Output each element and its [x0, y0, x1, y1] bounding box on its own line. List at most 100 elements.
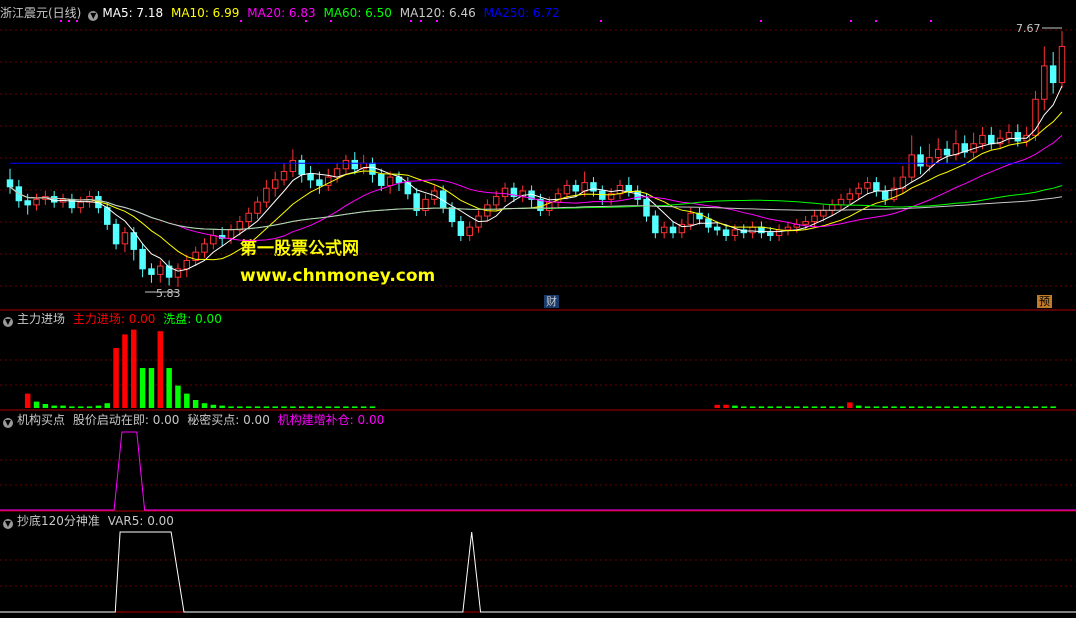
- candle-body: [881, 190, 889, 200]
- signal-bar: [1050, 406, 1056, 408]
- candle-body: [466, 226, 473, 236]
- signal-dot: [68, 20, 70, 22]
- signal-bar: [953, 406, 959, 408]
- buy-signal-line: [0, 431, 1076, 511]
- signal-bar: [900, 406, 906, 408]
- signal-bar: [360, 406, 367, 408]
- signal-bar: [219, 405, 225, 408]
- signal-bar: [352, 406, 358, 408]
- signal-bar: [86, 406, 93, 408]
- signal-bar: [237, 406, 243, 408]
- candle-body: [988, 134, 995, 145]
- candle-body: [572, 184, 580, 192]
- signal-bar: [157, 331, 164, 408]
- signal-bar: [997, 406, 1003, 408]
- signal-bar: [325, 406, 331, 408]
- candle-body: [934, 148, 942, 159]
- candle-body: [104, 207, 111, 225]
- signal-dot: [760, 20, 762, 22]
- candle-body: [413, 193, 420, 211]
- candle-body: [492, 196, 500, 206]
- candle-body: [784, 226, 792, 231]
- signal-bar: [741, 406, 747, 408]
- signal-bar: [24, 393, 31, 408]
- candle-body: [1041, 65, 1048, 100]
- signal-bar: [970, 406, 977, 408]
- signal-bar: [281, 406, 287, 408]
- candle-body: [148, 268, 155, 275]
- signal-bar: [1015, 406, 1021, 408]
- candle-body: [298, 159, 305, 175]
- candle-body: [201, 243, 208, 253]
- candle-body: [943, 148, 951, 156]
- candle-body: [643, 198, 650, 217]
- candle-body: [289, 159, 297, 173]
- signal-dot: [240, 20, 242, 22]
- signal-dot: [420, 20, 422, 22]
- candle-body: [1005, 132, 1013, 139]
- signal-bar: [343, 406, 349, 408]
- candle-body: [908, 154, 915, 178]
- candle-body: [227, 229, 235, 239]
- signal-bar: [749, 406, 756, 408]
- candle-body: [731, 229, 739, 236]
- candle-body: [448, 207, 456, 223]
- signal-bar: [802, 406, 809, 408]
- candle-body: [828, 204, 836, 211]
- signal-bar: [263, 406, 270, 408]
- signal-bar: [210, 404, 217, 408]
- candle-body: [501, 187, 509, 198]
- candle-body: [139, 248, 146, 270]
- candle-body: [254, 201, 261, 214]
- signal-bar: [917, 406, 924, 408]
- candle-body: [660, 226, 668, 234]
- candle-body: [157, 265, 164, 275]
- signal-bar: [1006, 406, 1012, 408]
- signal-dot: [60, 20, 62, 22]
- signal-bar: [944, 406, 950, 408]
- signal-bar: [873, 406, 880, 408]
- signal-bar: [785, 406, 791, 408]
- signal-bar: [855, 405, 862, 408]
- signal-bar: [935, 406, 941, 408]
- signal-bar: [60, 405, 66, 408]
- candle-body: [33, 198, 40, 206]
- signal-bar: [77, 406, 84, 408]
- candle-body: [6, 179, 14, 188]
- signal-bar: [962, 406, 968, 408]
- signal-bar: [104, 403, 110, 408]
- signal-bar: [139, 368, 146, 408]
- candle-body: [333, 168, 341, 178]
- signal-bar: [369, 406, 376, 408]
- candle-body: [121, 232, 129, 245]
- signal-bar: [820, 406, 827, 408]
- signal-dot: [305, 20, 307, 22]
- signal-dot: [330, 20, 332, 22]
- candle-body: [1049, 65, 1057, 84]
- signal-dot: [875, 20, 877, 22]
- signal-dot: [410, 20, 412, 22]
- signal-bar: [767, 406, 774, 408]
- signal-bar: [1032, 406, 1039, 408]
- candle-body: [687, 212, 694, 225]
- signal-bar: [307, 406, 314, 408]
- candle-body: [652, 215, 659, 234]
- candle-body: [820, 209, 827, 217]
- signal-bar: [908, 406, 915, 408]
- signal-bar: [979, 406, 986, 408]
- signal-bar: [714, 404, 720, 408]
- signal-bar: [882, 406, 888, 408]
- signal-dot: [930, 20, 932, 22]
- candle-body: [846, 193, 854, 200]
- signal-bar: [33, 401, 40, 408]
- candle-body: [855, 187, 862, 195]
- candle-body: [378, 173, 385, 186]
- candle-body: [811, 215, 818, 223]
- candle-body: [210, 234, 217, 245]
- candle-body: [457, 221, 465, 236]
- signal-bar: [864, 406, 871, 408]
- signal-bar: [201, 403, 208, 408]
- var5-line: [0, 531, 1076, 613]
- candle-body: [369, 162, 376, 175]
- signal-bar: [148, 368, 155, 408]
